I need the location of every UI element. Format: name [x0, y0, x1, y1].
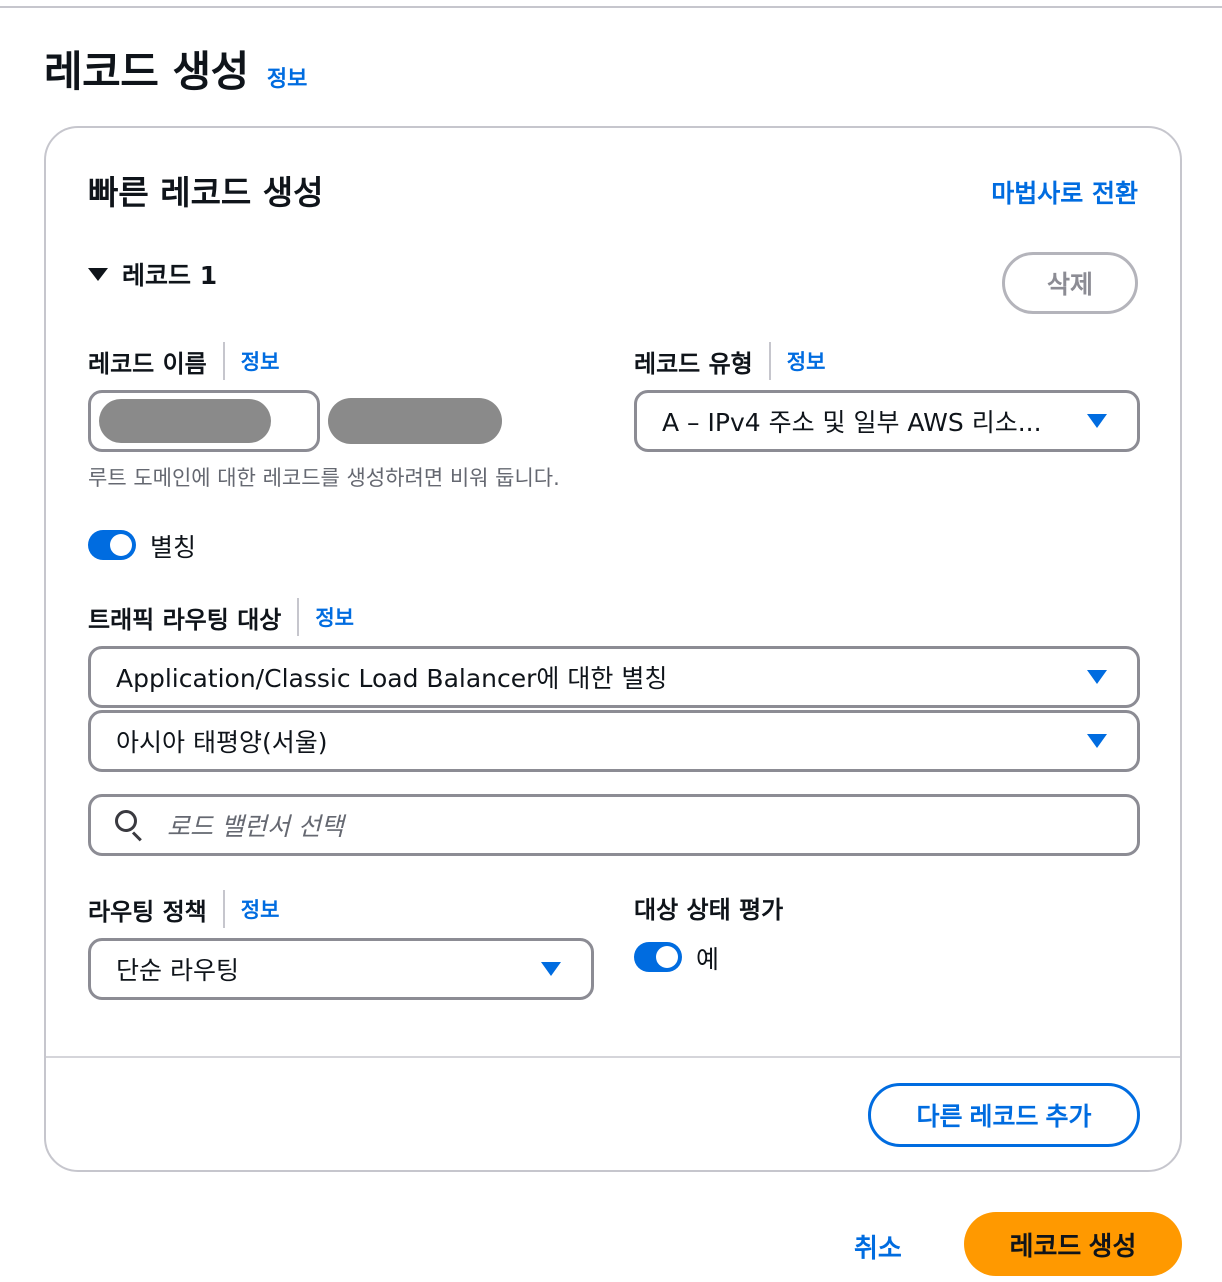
caret-down-icon [88, 267, 108, 281]
record-1-expander[interactable]: 레코드 1 [88, 256, 217, 292]
record-name-label: 레코드 이름 [88, 349, 207, 378]
dropdown-arrow-icon [1087, 414, 1107, 428]
label-separator [768, 342, 771, 380]
toggle-knob [110, 534, 132, 556]
evaluate-health-label: 대상 상태 평가 [634, 896, 784, 924]
routing-policy-select[interactable]: 단순 라우팅 [88, 938, 594, 1000]
dropdown-arrow-icon [541, 962, 561, 976]
record-name-info-link[interactable]: 정보 [241, 346, 280, 376]
record-name-input[interactable] [88, 390, 320, 452]
label-separator [297, 598, 300, 636]
region-value: 아시아 태평양(서울) [116, 728, 328, 757]
label-separator [222, 890, 225, 928]
record-type-label-row: 레코드 유형 정보 [634, 342, 825, 380]
load-balancer-search-input[interactable]: 로드 밸런서 선택 [88, 794, 1140, 856]
evaluate-health-yes-label: 예 [696, 945, 720, 974]
redacted-subdomain [99, 399, 271, 443]
label-separator [222, 342, 225, 380]
traffic-target-label: 트래픽 라우팅 대상 [88, 605, 282, 634]
alias-label: 별칭 [150, 533, 197, 562]
top-divider [0, 6, 1222, 8]
page-title: 레코드 생성 [44, 47, 249, 96]
record-type-select[interactable]: A – IPv4 주소 및 일부 AWS 리소... [634, 390, 1140, 452]
record-type-label: 레코드 유형 [634, 349, 753, 378]
endpoint-select[interactable]: Application/Classic Load Balancer에 대한 별칭 [88, 646, 1140, 708]
dropdown-arrow-icon [1087, 734, 1107, 748]
record-name-hint: 루트 도메인에 대한 레코드를 생성하려면 비워 둡니다. [88, 466, 560, 490]
traffic-target-label-row: 트래픽 라우팅 대상 정보 [88, 598, 354, 636]
page-info-link[interactable]: 정보 [267, 61, 307, 93]
cancel-button[interactable]: 취소 [854, 1228, 902, 1265]
delete-record-button[interactable]: 삭제 [1002, 252, 1138, 314]
add-another-record-button[interactable]: 다른 레코드 추가 [868, 1083, 1140, 1147]
search-placeholder: 로드 밸런서 선택 [167, 812, 344, 841]
page-header: 레코드 생성 정보 [44, 38, 307, 99]
card-title: 빠른 레코드 생성 [88, 173, 324, 212]
record-name-label-row: 레코드 이름 정보 [88, 342, 279, 380]
routing-policy-value: 단순 라우팅 [116, 956, 239, 985]
alias-toggle[interactable] [88, 530, 136, 560]
toggle-knob [656, 946, 678, 968]
record-type-value: A – IPv4 주소 및 일부 AWS 리소... [662, 408, 1042, 437]
search-icon [115, 810, 145, 842]
routing-policy-label-row: 라우팅 정책 정보 [88, 890, 279, 928]
evaluate-health-toggle[interactable] [634, 942, 682, 972]
redacted-domain-suffix [328, 398, 502, 444]
record-1-label: 레코드 1 [122, 261, 218, 290]
card-footer-divider [46, 1056, 1180, 1058]
quick-create-card: 빠른 레코드 생성 마법사로 전환 레코드 1 삭제 레코드 이름 정보 루트 … [44, 126, 1182, 1172]
health-label-row: 대상 상태 평가 [634, 890, 783, 925]
switch-to-wizard-link[interactable]: 마법사로 전환 [991, 174, 1138, 210]
traffic-target-info-link[interactable]: 정보 [315, 602, 354, 632]
routing-policy-info-link[interactable]: 정보 [241, 894, 280, 924]
dropdown-arrow-icon [1087, 670, 1107, 684]
create-records-button[interactable]: 레코드 생성 [964, 1212, 1182, 1276]
routing-policy-label: 라우팅 정책 [88, 897, 207, 926]
record-type-info-link[interactable]: 정보 [787, 346, 826, 376]
endpoint-value: Application/Classic Load Balancer에 대한 별칭 [116, 664, 668, 693]
region-select[interactable]: 아시아 태평양(서울) [88, 710, 1140, 772]
